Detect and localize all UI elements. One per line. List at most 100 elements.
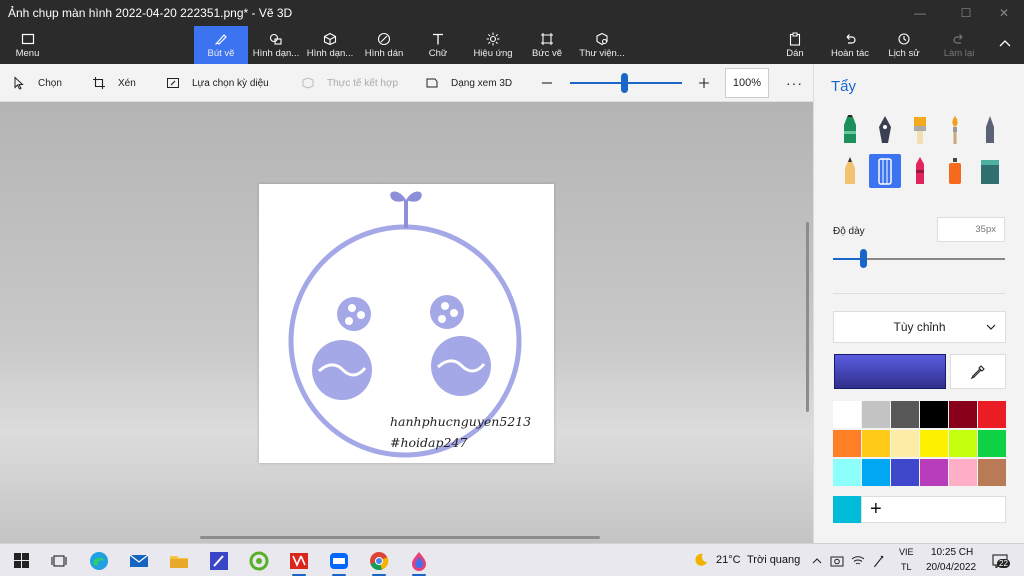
show-hidden-icons-button[interactable] [809, 544, 825, 576]
color-swatch[interactable] [862, 459, 890, 486]
marker-brush[interactable] [834, 113, 866, 147]
file-explorer-taskbar-icon[interactable] [164, 544, 194, 576]
add-color-button[interactable]: + [861, 496, 1006, 523]
color-swatch[interactable] [978, 459, 1006, 486]
edge-taskbar-icon[interactable] [84, 544, 114, 576]
more-options-button[interactable]: ··· [786, 64, 803, 102]
current-color-swatch[interactable] [834, 354, 946, 389]
close-button[interactable]: ✕ [984, 0, 1024, 26]
undo-button[interactable]: Hoàn tác [826, 26, 874, 64]
tab-stickers[interactable]: Hình dán [357, 26, 411, 64]
chrome-taskbar-icon[interactable] [364, 544, 394, 576]
thickness-input[interactable]: 35px [937, 217, 1005, 242]
weather-temperature[interactable]: 21°C [716, 554, 741, 566]
crayon-icon [916, 157, 924, 184]
left-eye [337, 297, 371, 331]
clipboard-icon [789, 32, 801, 46]
clock-time[interactable]: 10:25 CH [931, 547, 973, 558]
mixed-reality-button[interactable]: Thực tế kết hợp [301, 64, 398, 102]
spray-can-brush[interactable] [939, 154, 971, 188]
paint-3d-icon [412, 551, 426, 571]
fill-brush[interactable] [974, 154, 1006, 188]
pen-tray-icon[interactable] [870, 544, 888, 576]
vietjet-taskbar-icon[interactable] [284, 544, 314, 576]
paste-button[interactable]: Dán [778, 26, 812, 64]
view-3d-button[interactable]: Dạng xem 3D [425, 64, 512, 102]
watercolor-brush[interactable] [939, 113, 971, 147]
color-swatch[interactable] [891, 401, 919, 428]
language-line-1[interactable]: VIE [899, 547, 914, 557]
color-swatch[interactable] [920, 401, 948, 428]
pixel-pen-brush[interactable] [974, 113, 1006, 147]
color-swatch[interactable] [833, 459, 861, 486]
camera-tray-icon[interactable] [828, 544, 846, 576]
redo-button[interactable]: Làm lại [938, 26, 980, 64]
paint-3d-taskbar-icon[interactable] [404, 544, 434, 576]
custom-color-swatch[interactable] [833, 496, 861, 523]
zoom-in-button[interactable] [697, 64, 711, 102]
clock-date[interactable]: 20/04/2022 [926, 562, 976, 573]
wifi-tray-icon[interactable] [849, 544, 867, 576]
language-line-2[interactable]: TL [901, 562, 912, 572]
magic-select-button[interactable]: Lựa chọn kỳ diệu [166, 64, 269, 102]
drawing-canvas[interactable]: hanhphucnguyen5213 #hoidap247 [259, 184, 554, 463]
fill-bucket-icon [981, 160, 999, 184]
color-swatch[interactable] [949, 401, 977, 428]
zoom-value[interactable]: 100% [725, 68, 769, 98]
color-swatch[interactable] [920, 430, 948, 457]
color-swatch[interactable] [833, 401, 861, 428]
tab-effects[interactable]: Hiệu ứng [465, 26, 521, 64]
tab-canvas[interactable]: Bức vẽ [521, 26, 573, 64]
color-swatch[interactable] [949, 430, 977, 457]
eraser-brush[interactable] [869, 154, 901, 188]
zoom-slider-thumb[interactable] [621, 73, 628, 93]
zalo-taskbar-icon[interactable] [324, 544, 354, 576]
horizontal-scrollbar[interactable] [200, 536, 600, 539]
color-swatch[interactable] [978, 430, 1006, 457]
tab-text[interactable]: Chữ [411, 26, 465, 64]
collapse-ribbon-button[interactable] [990, 26, 1020, 64]
watercolor-icon [952, 116, 958, 144]
crop-button[interactable]: Xén [92, 64, 136, 102]
tab-2d-shapes[interactable]: Hình dạn... [249, 26, 303, 64]
canvas-icon [541, 32, 553, 45]
task-view-button[interactable] [44, 544, 74, 576]
color-swatch[interactable] [978, 401, 1006, 428]
history-button[interactable]: Lịch sử [884, 26, 924, 64]
panel-divider [833, 293, 1005, 294]
start-button[interactable] [6, 544, 36, 576]
color-swatch[interactable] [891, 430, 919, 457]
color-swatch[interactable] [862, 430, 890, 457]
tab-brushes[interactable]: Bút vẽ [194, 26, 248, 64]
green-app-taskbar-icon[interactable] [244, 544, 274, 576]
crayon-brush[interactable] [904, 154, 936, 188]
camera-icon [830, 556, 844, 566]
dropdown-value: Tùy chỉnh [893, 320, 946, 334]
cursor-icon [14, 76, 24, 90]
maximize-button[interactable]: ☐ [946, 0, 986, 26]
mail-taskbar-icon[interactable] [124, 544, 154, 576]
paint-pen-taskbar-icon[interactable] [204, 544, 234, 576]
color-swatch[interactable] [949, 459, 977, 486]
calligraphy-pen-brush[interactable] [869, 113, 901, 147]
pencil-brush[interactable] [834, 154, 866, 188]
brush-panel: Tẩy Độ dày 35px Tùy chỉnh + [813, 64, 1024, 543]
select-button[interactable]: Chọn [12, 64, 62, 102]
minimize-button[interactable]: ― [900, 0, 940, 26]
color-swatch[interactable] [920, 459, 948, 486]
color-swatch[interactable] [833, 430, 861, 457]
vertical-scrollbar[interactable] [806, 222, 809, 412]
eyedropper-button[interactable] [950, 354, 1006, 389]
oil-brush[interactable] [904, 113, 936, 147]
weather-condition[interactable]: Trời quang [747, 554, 800, 566]
color-swatch[interactable] [891, 459, 919, 486]
tab-3d-shapes[interactable]: Hình dạn... [303, 26, 357, 64]
color-swatch[interactable] [862, 401, 890, 428]
menu-button[interactable]: Menu [0, 26, 55, 64]
notification-center-button[interactable]: 22 [986, 544, 1014, 576]
ribbon: Menu Bút vẽ Hình dạn... Hình dạn... Hình… [0, 26, 1024, 64]
finish-dropdown[interactable]: Tùy chỉnh [833, 311, 1006, 343]
thickness-slider-thumb[interactable] [860, 249, 867, 268]
tab-3d-library[interactable]: Thư viện... [575, 26, 629, 64]
zoom-out-button[interactable] [540, 64, 554, 102]
